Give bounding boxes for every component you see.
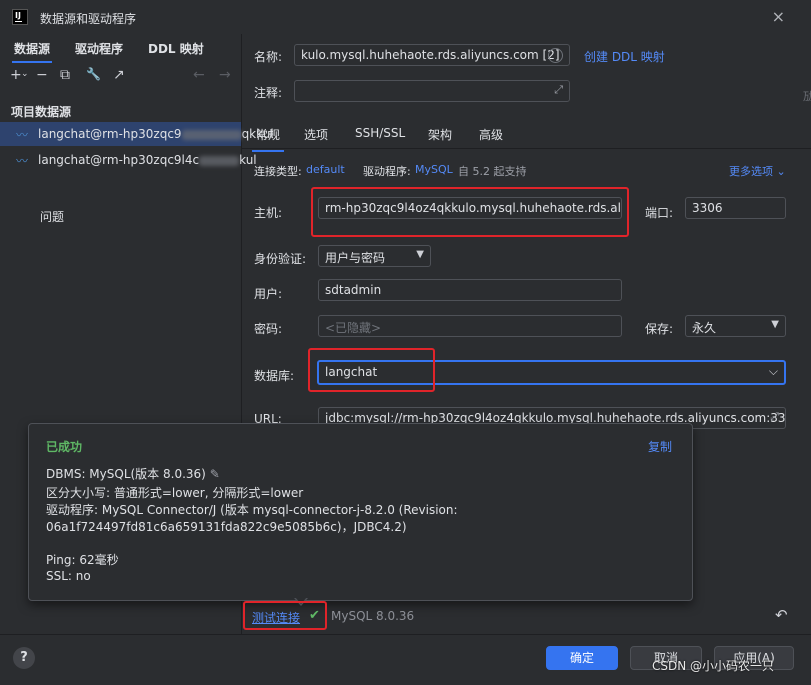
datasource-item[interactable]: 〰 langchat@rm-hp30zqc9 qkkul bbox=[0, 122, 274, 146]
server-version: MySQL 8.0.36 bbox=[331, 609, 415, 623]
help-icon[interactable]: ? bbox=[13, 647, 35, 669]
host-label: 主机: bbox=[254, 206, 283, 220]
auth-select[interactable]: 用户与密码 ▼ bbox=[318, 245, 431, 267]
left-tabs: 数据源 驱动程序 DDL 映射 bbox=[0, 34, 241, 63]
problems-item[interactable]: 问题 bbox=[40, 208, 64, 225]
test-highlight-box bbox=[243, 601, 327, 630]
title-bar: IJ 数据源和驱动程序 × bbox=[0, 0, 811, 34]
password-input[interactable]: <已隐藏> bbox=[318, 315, 622, 337]
user-label: 用户: bbox=[254, 287, 283, 301]
back-arrow-icon[interactable]: ← bbox=[193, 67, 205, 83]
tab-general[interactable]: 常规 bbox=[251, 126, 285, 152]
name-input[interactable]: kulo.mysql.huhehaote.rds.aliyuncs.com [2… bbox=[294, 44, 570, 66]
revert-icon[interactable]: ↶ bbox=[775, 606, 788, 624]
name-label: 名称: bbox=[254, 50, 283, 64]
expand-icon[interactable]: ⤢ bbox=[554, 83, 563, 97]
mysql-dolphin-icon: 〰 bbox=[16, 154, 29, 168]
tab-advanced[interactable]: 高级 bbox=[479, 126, 503, 143]
wrench-icon[interactable]: 🔧 bbox=[86, 67, 101, 81]
case-line: 区分大小写: 普通形式=lower, 分隔形式=lower bbox=[46, 486, 304, 500]
tab-ddl-mapping[interactable]: DDL 映射 bbox=[148, 40, 204, 57]
ssl-line: SSL: no bbox=[46, 569, 91, 583]
save-label: 保存: bbox=[645, 322, 674, 336]
dropdown-arrow-icon: ▼ bbox=[416, 249, 424, 260]
close-icon[interactable]: × bbox=[772, 7, 785, 26]
add-icon[interactable]: + bbox=[10, 67, 22, 83]
remove-icon[interactable]: − bbox=[36, 67, 48, 83]
driver-support-note: 自 5.2 起支持 bbox=[458, 165, 527, 178]
datasource-item[interactable]: 〰 langchat@rm-hp30zqc9l4c kul bbox=[0, 148, 257, 172]
color-circle-icon[interactable] bbox=[548, 48, 563, 63]
success-status: 已成功 bbox=[46, 440, 83, 454]
auth-label: 身份验证: bbox=[254, 252, 307, 266]
intellij-logo-icon: IJ bbox=[12, 9, 28, 25]
port-label: 端口: bbox=[645, 206, 674, 220]
driver-link[interactable]: MySQL bbox=[415, 163, 453, 176]
project-datasources-label: 项目数据源 bbox=[11, 105, 72, 119]
tab-options[interactable]: 选项 bbox=[304, 126, 328, 143]
driver-line-2: 06a1f724497fd81c6a659131fda822c9e5085b6c… bbox=[46, 520, 407, 534]
test-result-popup: 已成功 复制 DBMS: MySQL(版本 8.0.36) ✎ 区分大小写: 普… bbox=[28, 423, 693, 601]
comment-input[interactable]: ⤢ bbox=[294, 80, 570, 102]
export-icon[interactable]: ↗ bbox=[113, 67, 125, 83]
add-caret-icon[interactable]: ⌄ bbox=[21, 69, 29, 79]
database-label: 数据库: bbox=[254, 369, 295, 383]
create-ddl-mapping-link[interactable]: 创建 DDL 映射 bbox=[584, 48, 665, 65]
driver-label: 驱动程序: bbox=[363, 165, 411, 178]
datasource-label: langchat@rm-hp30zqc9 qkkul bbox=[38, 127, 274, 141]
connection-type-link[interactable]: default bbox=[306, 163, 345, 176]
ping-line: Ping: 62毫秒 bbox=[46, 553, 119, 567]
connection-type-label: 连接类型: bbox=[254, 165, 302, 178]
driver-line-1: 驱动程序: MySQL Connector/J (版本 mysql-connec… bbox=[46, 503, 458, 517]
dialog-window: IJ 数据源和驱动程序 × 数据源 驱动程序 DDL 映射 + ⌄ − ⧉ 🔧 … bbox=[0, 0, 811, 685]
copy-icon[interactable]: ⧉ bbox=[60, 67, 70, 83]
port-input[interactable]: 3306 bbox=[685, 197, 786, 219]
copy-link[interactable]: 复制 bbox=[648, 438, 672, 455]
user-input[interactable]: sdtadmin bbox=[318, 279, 622, 301]
forward-arrow-icon[interactable]: → bbox=[219, 67, 231, 83]
tab-drivers[interactable]: 驱动程序 bbox=[75, 40, 123, 57]
comment-label: 注释: bbox=[254, 86, 283, 100]
host-highlight-box bbox=[311, 187, 629, 237]
tab-schemas[interactable]: 架构 bbox=[428, 126, 452, 143]
database-highlight-box bbox=[308, 348, 435, 392]
watermark: CSDN @小小码农一只 bbox=[652, 659, 775, 673]
tab-divider bbox=[242, 148, 811, 149]
datasource-label: langchat@rm-hp30zqc9l4c kul bbox=[38, 153, 257, 167]
expand-icon[interactable]: ⤢ bbox=[770, 410, 779, 424]
dropdown-arrow-icon: ▼ bbox=[771, 319, 779, 330]
mysql-dolphin-icon: 〰 bbox=[16, 128, 29, 142]
window-title: 数据源和驱动程序 bbox=[40, 12, 137, 26]
ok-button[interactable]: 确定 bbox=[546, 646, 618, 670]
save-select[interactable]: 永久 ▼ bbox=[685, 315, 786, 337]
tab-datasources[interactable]: 数据源 bbox=[11, 40, 53, 63]
pencil-icon: ✎ bbox=[209, 467, 220, 481]
edge-glyph: 劢 bbox=[803, 90, 811, 103]
left-toolbar: + ⌄ − ⧉ 🔧 ↗ ← → bbox=[0, 64, 241, 88]
more-options-link[interactable]: 更多选项 ⌄ bbox=[729, 163, 786, 179]
tab-ssh-ssl[interactable]: SSH/SSL bbox=[355, 126, 405, 140]
chevron-down-icon[interactable]: ⌵ bbox=[769, 364, 778, 379]
password-label: 密码: bbox=[254, 322, 283, 336]
dbms-line: DBMS: MySQL(版本 8.0.36) ✎ bbox=[46, 467, 220, 481]
